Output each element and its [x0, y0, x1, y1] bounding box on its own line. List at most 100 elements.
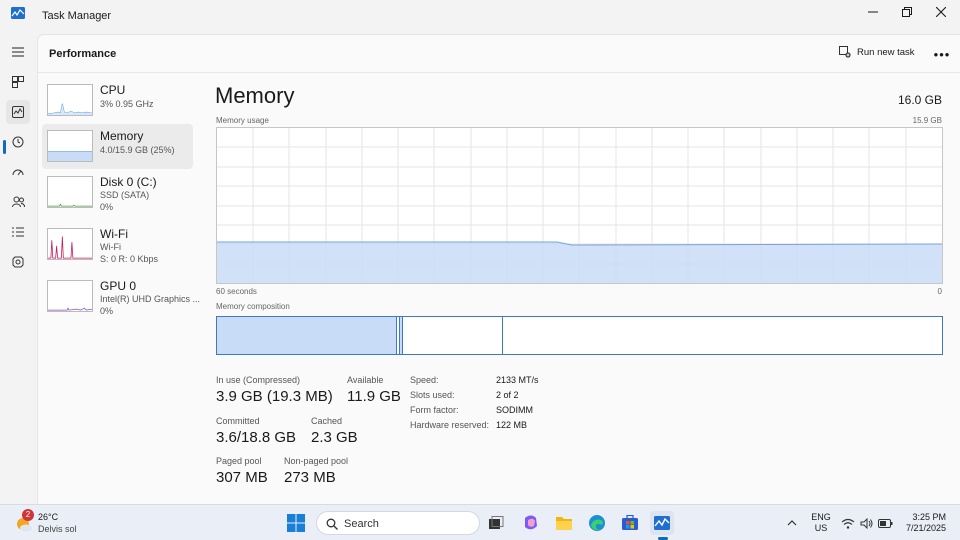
device-cpu[interactable]: CPU 3% 0.95 GHz — [42, 78, 193, 123]
run-new-task-label: Run new task — [857, 46, 915, 58]
edge-button[interactable] — [585, 511, 609, 535]
speed-value: 2133 MT/s — [496, 375, 539, 385]
services-icon — [12, 256, 24, 268]
chevron-up-icon — [787, 520, 797, 526]
task-manager-icon — [654, 516, 670, 530]
page-title: Performance — [49, 48, 117, 60]
task-view-button[interactable] — [484, 511, 508, 535]
search-placeholder: Search — [344, 518, 379, 530]
speed-label: Speed: — [410, 375, 439, 385]
memory-composition-bar — [216, 316, 943, 355]
close-icon — [936, 7, 946, 17]
minimize-button[interactable] — [856, 0, 890, 24]
device-subtitle: 3% 0.95 GHz — [100, 99, 154, 109]
window-title: Task Manager — [42, 10, 112, 22]
wifi-thumbnail — [47, 228, 93, 260]
taskbar-search[interactable]: Search — [316, 511, 480, 535]
keyboard-region: US — [814, 523, 828, 533]
memory-usage-graph — [216, 127, 943, 284]
copilot-button[interactable] — [519, 511, 543, 535]
restore-icon — [902, 7, 912, 17]
available-label: Available — [347, 375, 384, 385]
device-gpu[interactable]: GPU 0 Intel(R) UHD Graphics ... 0% — [42, 274, 200, 319]
in-use-label: In use (Compressed) — [216, 375, 301, 385]
device-name: Disk 0 (C:) — [100, 175, 157, 189]
device-subtitle: SSD (SATA) — [100, 190, 150, 200]
paged-pool-value: 307 MB — [216, 469, 268, 486]
cached-label: Cached — [311, 416, 343, 426]
hardware-reserved-label: Hardware reserved: — [410, 420, 490, 430]
device-usage: 0% — [100, 306, 114, 316]
nonpaged-pool-value: 273 MB — [284, 469, 336, 486]
nav-performance[interactable] — [6, 100, 30, 124]
nav-rail — [0, 34, 37, 526]
windows-start-icon — [287, 514, 305, 532]
weather-widget[interactable]: 2 26°C Delvis sol — [12, 509, 102, 537]
task-view-icon — [489, 516, 504, 529]
startup-icon — [12, 169, 24, 176]
cpu-thumbnail — [47, 84, 93, 116]
memory-total: 16.0 GB — [897, 93, 942, 107]
taskbar-clock[interactable]: 3:25 PM 7/21/2025 — [898, 512, 946, 534]
device-memory[interactable]: Memory 4.0/15.9 GB (25%) — [42, 124, 193, 169]
show-hidden-icons-button[interactable] — [780, 511, 804, 535]
composition-standby — [403, 317, 503, 354]
more-options-button[interactable]: ••• — [932, 45, 952, 63]
device-subtitle: 4.0/15.9 GB (25%) — [100, 145, 175, 155]
device-name: CPU — [100, 83, 126, 97]
nav-menu-button[interactable] — [6, 40, 30, 64]
device-wifi[interactable]: Wi-Fi Wi-Fi S: 0 R: 0 Kbps — [42, 222, 193, 267]
device-subtitle: Wi-Fi — [100, 242, 121, 252]
memory-usage-chart — [217, 128, 943, 283]
file-explorer-button[interactable] — [552, 511, 576, 535]
memory-usage-max: 15.9 GB — [912, 116, 942, 125]
slots-used-label: Slots used: — [410, 390, 455, 400]
task-manager-app-icon — [11, 7, 25, 19]
nav-processes[interactable] — [6, 70, 30, 94]
hamburger-icon — [12, 47, 24, 57]
run-new-task-button[interactable]: Run new task — [839, 46, 915, 58]
slots-used-value: 2 of 2 — [496, 390, 519, 400]
language-code: ENG — [811, 512, 831, 522]
minimize-icon — [868, 11, 878, 13]
clock-date: 7/21/2025 — [905, 523, 946, 533]
battery-icon — [878, 518, 893, 528]
time-axis-left: 60 seconds — [216, 287, 257, 296]
form-factor-value: SODIMM — [496, 405, 533, 415]
in-use-value: 3.9 GB (19.3 MB) — [216, 388, 333, 405]
cached-value: 2.3 GB — [311, 429, 358, 446]
close-button[interactable] — [924, 0, 958, 24]
performance-icon — [12, 106, 24, 118]
run-task-icon — [839, 46, 851, 58]
device-usage: 0% — [100, 202, 114, 212]
device-name: Wi-Fi — [100, 227, 128, 241]
history-icon — [12, 136, 24, 148]
copilot-icon — [525, 515, 537, 530]
nav-startup-apps[interactable] — [6, 160, 30, 184]
nav-services[interactable] — [6, 250, 30, 274]
nav-app-history[interactable] — [6, 130, 30, 154]
memory-usage-area — [217, 242, 942, 283]
language-indicator[interactable]: ENG US — [806, 512, 836, 534]
content-header: Performance Run new task ••• — [38, 35, 960, 73]
volume-icon — [860, 517, 873, 529]
device-disk[interactable]: Disk 0 (C:) SSD (SATA) 0% — [42, 170, 193, 215]
nav-users[interactable] — [6, 190, 30, 214]
start-button[interactable] — [284, 511, 308, 535]
store-button[interactable] — [618, 511, 642, 535]
hardware-reserved-value: 122 MB — [496, 420, 528, 430]
wifi-icon — [841, 518, 855, 529]
restore-button[interactable] — [890, 0, 924, 24]
quick-settings-button[interactable] — [838, 511, 896, 535]
nav-details[interactable] — [6, 220, 30, 244]
weather-description: Delvis sol — [38, 524, 77, 534]
users-icon — [11, 196, 25, 208]
task-manager-taskbar-button[interactable] — [650, 511, 674, 540]
device-name: Memory — [100, 129, 144, 143]
memory-composition-label: Memory composition — [216, 302, 290, 311]
composition-in-use — [217, 317, 397, 354]
store-icon — [622, 515, 638, 530]
paged-pool-label: Paged pool — [216, 456, 262, 466]
device-throughput: S: 0 R: 0 Kbps — [100, 254, 159, 264]
form-factor-label: Form factor: — [410, 405, 459, 415]
